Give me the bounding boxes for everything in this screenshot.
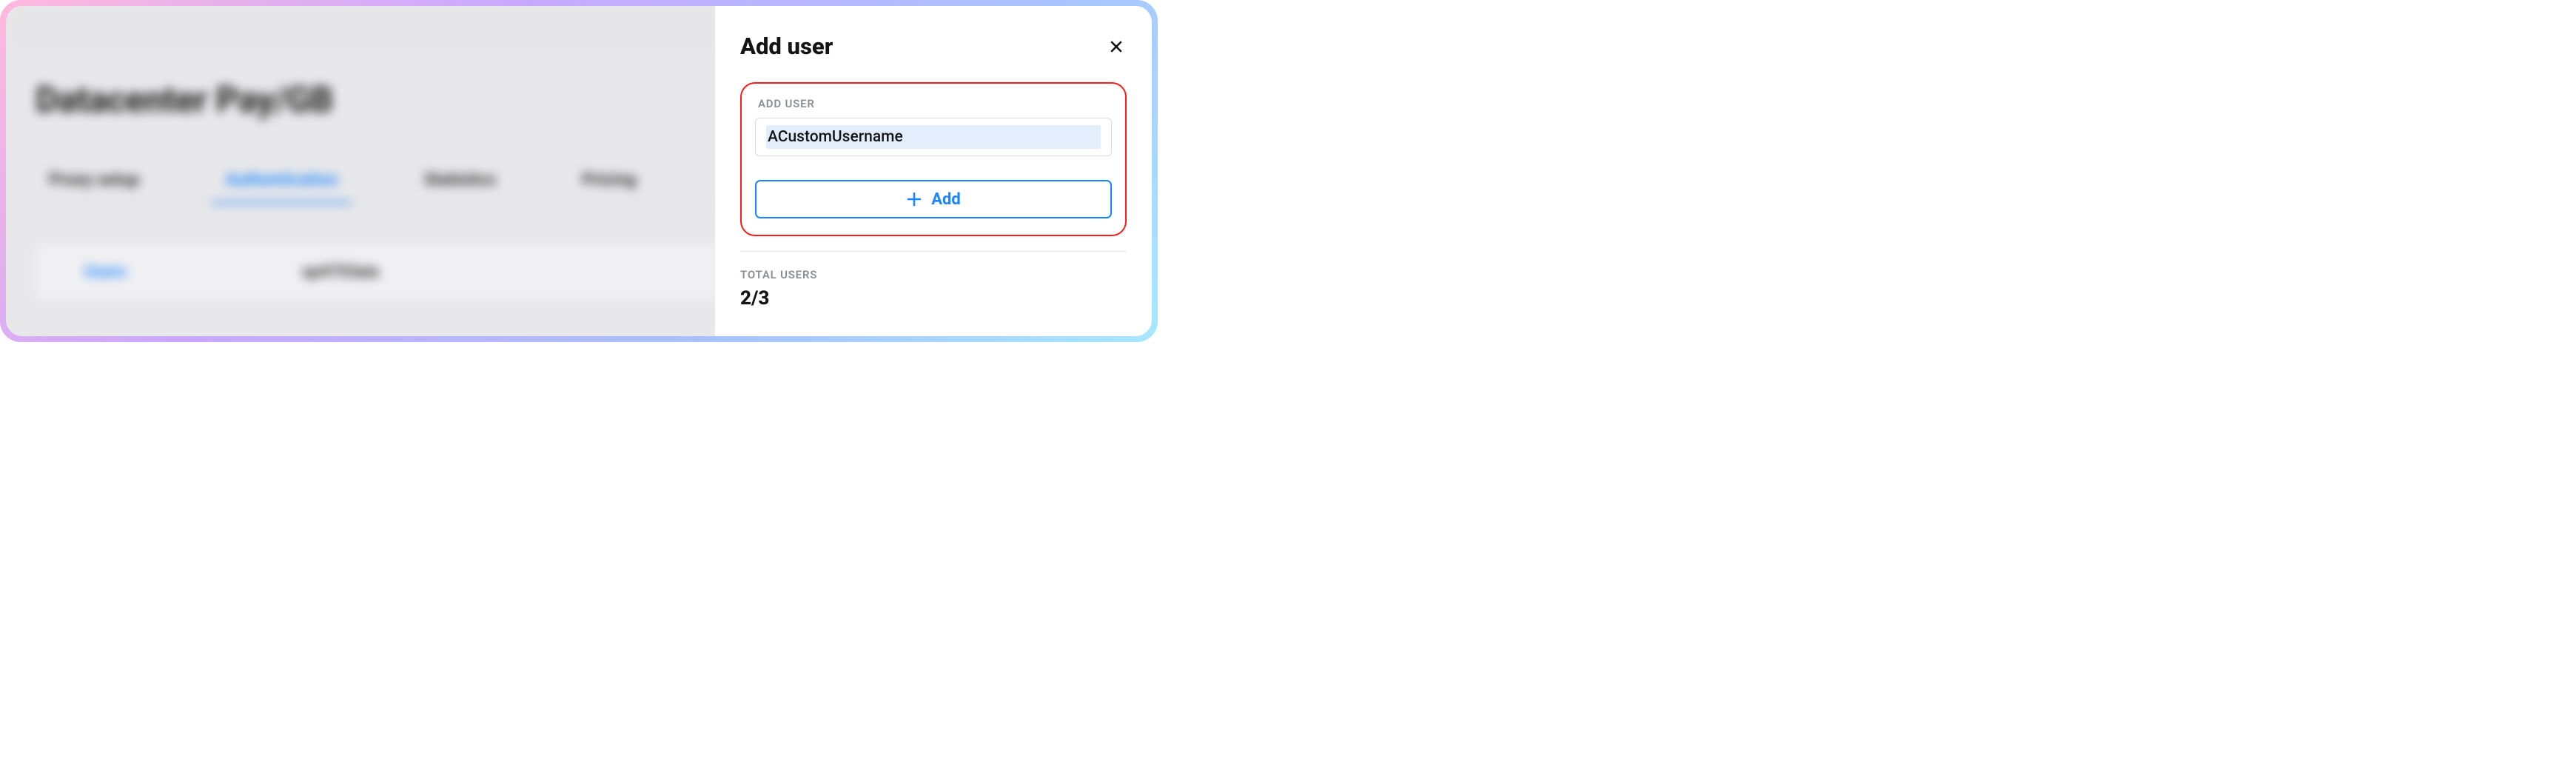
- add-button-label: Add: [931, 190, 961, 209]
- tab-authentication[interactable]: Authentication: [212, 164, 351, 204]
- close-icon: [1109, 39, 1124, 54]
- add-user-field-label: Add User: [755, 97, 1112, 110]
- tab-statistics[interactable]: Statistics: [411, 164, 510, 204]
- tab-pricing[interactable]: Pricing: [568, 164, 649, 204]
- close-button[interactable]: [1106, 36, 1127, 57]
- users-label: Users: [36, 263, 258, 281]
- username-input-value: ACustomUsername: [766, 125, 1101, 149]
- add-user-highlight: Add User ACustomUsername Add: [740, 82, 1127, 236]
- add-button[interactable]: Add: [755, 180, 1112, 218]
- total-users-value: 2/3: [740, 287, 1127, 310]
- total-users-label: Total Users: [740, 268, 1127, 281]
- divider: [740, 251, 1127, 252]
- add-user-panel: Add user Add User ACustomUsername Add: [715, 6, 1152, 336]
- panel-title: Add user: [740, 33, 833, 60]
- tab-proxy-setup[interactable]: Proxy setup: [36, 164, 152, 204]
- username-input[interactable]: ACustomUsername: [755, 118, 1112, 156]
- users-value: sp4753aia: [258, 263, 379, 281]
- plus-icon: [906, 191, 922, 207]
